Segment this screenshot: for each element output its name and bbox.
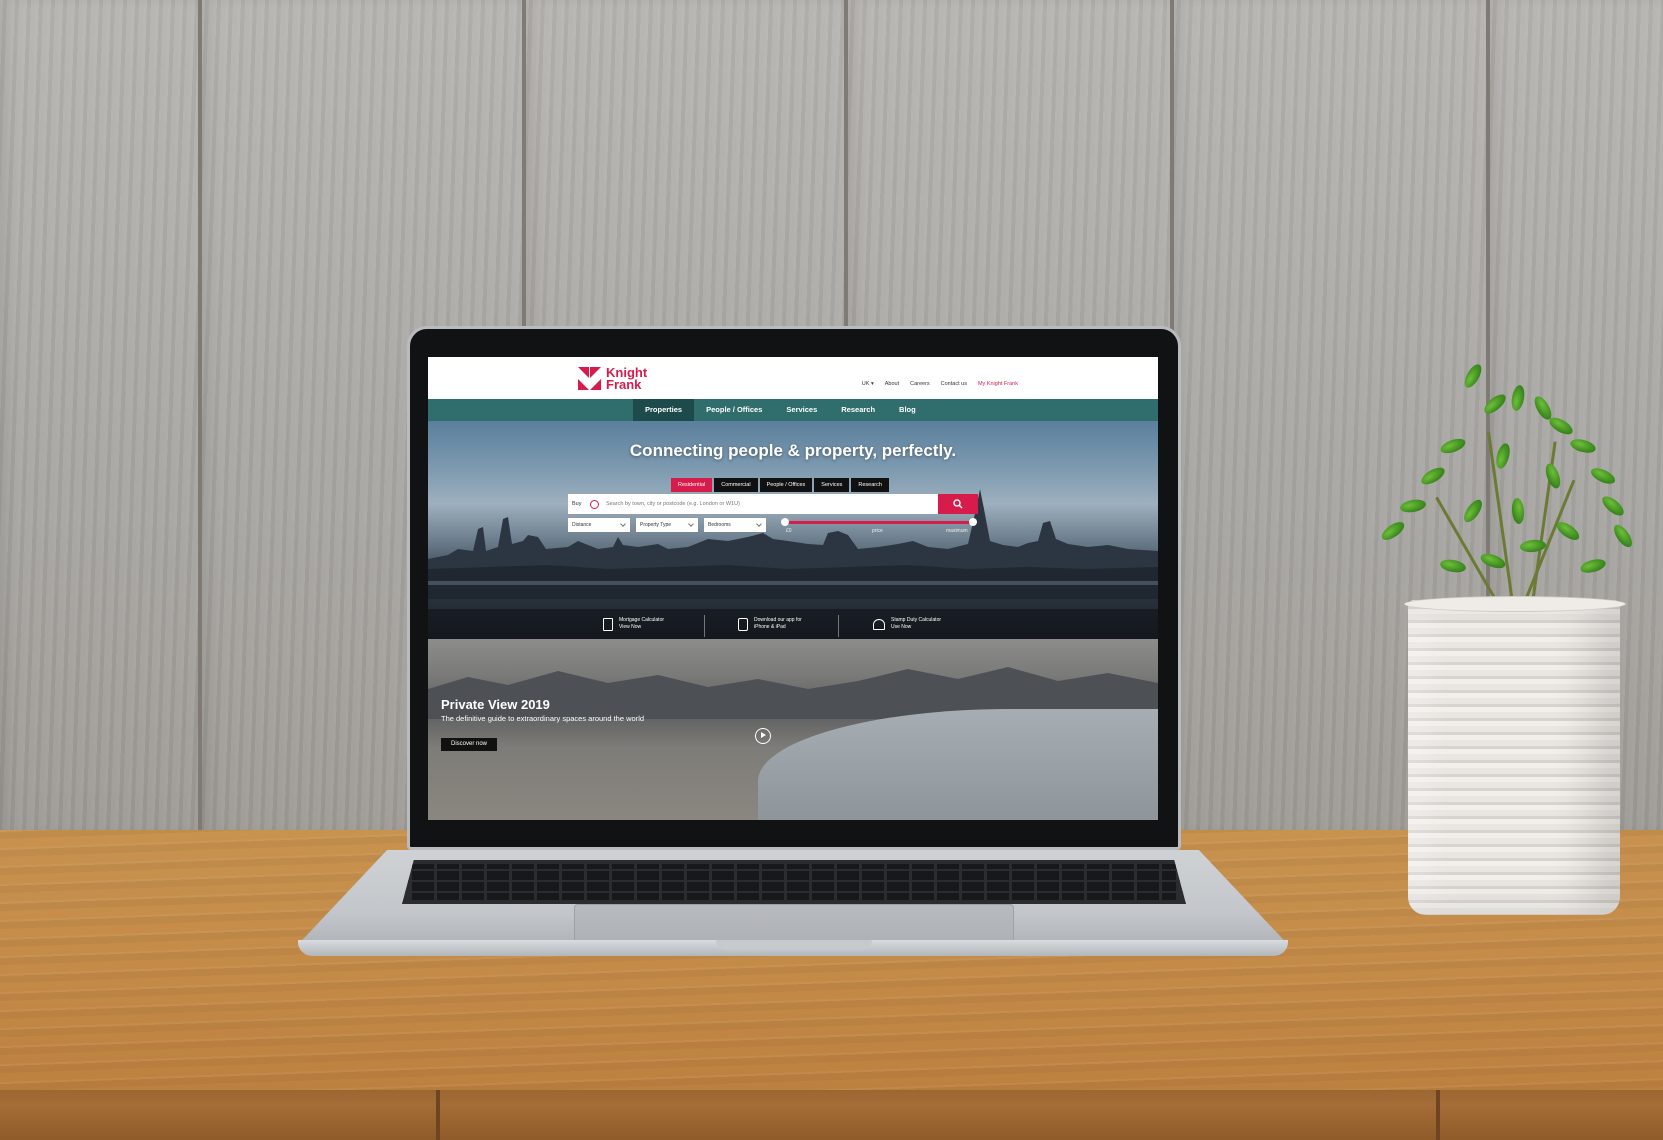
laptop-notch	[716, 940, 872, 950]
phone-icon	[738, 617, 748, 631]
promo-link: View Now	[619, 624, 642, 630]
promo-title: Download our app for	[754, 617, 802, 623]
desk-drawer-front	[0, 1090, 1663, 1140]
stamp-icon	[873, 618, 885, 630]
price-max-label: maximum	[946, 528, 968, 534]
buy-toggle[interactable]: Buy	[572, 494, 581, 514]
search-button[interactable]	[938, 494, 978, 514]
promo-title: Mortgage Calculator	[619, 617, 665, 623]
promo-strip: Mortgage Calculator View Now Download ou…	[428, 609, 1158, 639]
app-download-promo[interactable]: Download our app for iPhone & iPad	[738, 617, 802, 631]
site-header: Knight Frank UK ▾ About Careers Contact …	[428, 357, 1158, 399]
contact-link[interactable]: Contact us	[941, 381, 967, 387]
tab-people-offices[interactable]: People / Offices	[759, 478, 813, 492]
wall-plank	[0, 0, 202, 835]
logo-wordmark: Knight Frank	[606, 366, 666, 392]
price-slider[interactable]	[781, 518, 977, 526]
careers-link[interactable]: Careers	[910, 381, 930, 387]
distance-select[interactable]: Distance	[568, 518, 630, 532]
infinity-pool	[758, 709, 1158, 820]
utility-nav: UK ▾ About Careers Contact us My Knight …	[862, 381, 1018, 387]
nav-people-offices[interactable]: People / Offices	[694, 399, 774, 421]
no-entry-icon[interactable]	[590, 500, 599, 509]
price-max-handle[interactable]	[969, 518, 977, 526]
hero-section: Connecting people & property, perfectly.…	[428, 421, 1158, 639]
plant-pot-rim	[1404, 596, 1626, 612]
main-nav: Properties People / Offices Services Res…	[428, 399, 1158, 421]
price-min-label: £0	[786, 528, 792, 534]
desk-seam	[1436, 1090, 1440, 1140]
about-link[interactable]: About	[885, 381, 899, 387]
laptop-keyboard	[402, 860, 1186, 904]
promo-link: iPhone & iPad	[754, 624, 786, 630]
tab-residential[interactable]: Residential	[671, 478, 713, 492]
play-video-icon[interactable]	[755, 728, 771, 744]
nav-properties[interactable]: Properties	[633, 399, 695, 421]
tab-research[interactable]: Research	[851, 478, 889, 492]
tab-commercial[interactable]: Commercial	[714, 478, 758, 492]
bedrooms-select[interactable]: Bedrooms	[704, 518, 766, 532]
promo-link: Use Now	[891, 624, 912, 630]
promo-divider	[704, 615, 705, 637]
laptop-trackpad	[574, 904, 1014, 942]
tab-services[interactable]: Services	[814, 478, 850, 492]
knight-frank-logo[interactable]: Knight Frank	[578, 365, 666, 393]
stamp-duty-promo[interactable]: Stamp Duty Calculator Use Now	[873, 617, 941, 631]
hero-title: Connecting people & property, perfectly.	[629, 441, 957, 460]
laptop-screen: Knight Frank UK ▾ About Careers Contact …	[428, 357, 1158, 820]
desk-seam	[436, 1090, 440, 1140]
search-icon	[953, 499, 963, 509]
logo-icon	[578, 367, 602, 391]
plant-pot	[1408, 600, 1620, 915]
nav-services[interactable]: Services	[774, 399, 829, 421]
search-filters: Distance Property Type Bedrooms	[568, 518, 766, 532]
my-knight-frank-link[interactable]: My Knight Frank	[978, 381, 1018, 387]
search-tabs: Residential Commercial People / Offices …	[671, 478, 889, 492]
price-label: price	[872, 528, 883, 534]
discover-now-button[interactable]: Discover now	[441, 738, 498, 751]
region-selector[interactable]: UK ▾	[862, 381, 874, 387]
keyboard-rows	[402, 860, 1186, 904]
logo-line2: Frank	[606, 377, 642, 392]
feature-title: Private View 2019	[441, 697, 550, 712]
calculator-icon	[603, 617, 613, 631]
search-input[interactable]: Search by town, city or postcode (e.g. L…	[606, 494, 740, 514]
promo-divider	[838, 615, 839, 637]
nav-blog[interactable]: Blog	[887, 399, 928, 421]
mortgage-calculator-promo[interactable]: Mortgage Calculator View Now	[603, 617, 664, 631]
nav-research[interactable]: Research	[829, 399, 887, 421]
property-search-bar: Buy Search by town, city or postcode (e.…	[568, 494, 978, 514]
property-type-select[interactable]: Property Type	[636, 518, 698, 532]
price-min-handle[interactable]	[781, 518, 789, 526]
feature-subtitle: The definitive guide to extraordinary sp…	[441, 714, 645, 723]
private-view-feature: Private View 2019 The definitive guide t…	[428, 639, 1158, 820]
promo-title: Stamp Duty Calculator	[891, 617, 942, 623]
